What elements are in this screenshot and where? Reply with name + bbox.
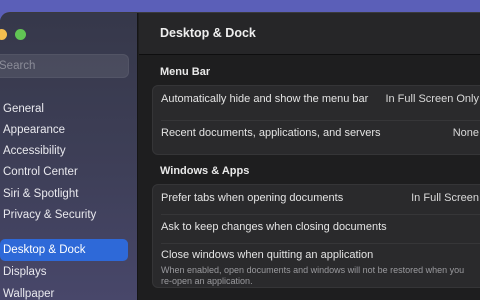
settings-window: Search General Appearance Accessibility … [0, 12, 480, 300]
setting-label: Prefer tabs when opening documents [161, 192, 344, 204]
sidebar-item-general[interactable]: General [0, 98, 128, 120]
setting-label: Recent documents, applications, and serv… [161, 127, 381, 139]
setting-row-auto-hide-menu-bar[interactable]: Automatically hide and show the menu bar… [153, 93, 480, 113]
setting-label: Automatically hide and show the menu bar [161, 93, 369, 105]
setting-hint: When enabled, open documents and windows… [161, 265, 465, 286]
divider [161, 243, 480, 244]
sidebar-item-siri-spotlight[interactable]: Siri & Spotlight [0, 183, 128, 205]
setting-label: Close windows when quitting an applicati… [161, 249, 374, 261]
title-bar: Desktop & Dock [139, 13, 480, 55]
setting-row-close-windows[interactable]: Close windows when quitting an applicati… [153, 249, 480, 289]
sidebar-item-appearance[interactable]: Appearance [0, 119, 128, 141]
recent-items-select[interactable]: None [453, 127, 479, 139]
prefer-tabs-select[interactable]: In Full Screen [411, 192, 479, 204]
setting-row-prefer-tabs[interactable]: Prefer tabs when opening documents In Fu… [153, 192, 480, 212]
setting-row-recent-items[interactable]: Recent documents, applications, and serv… [153, 127, 480, 147]
divider [161, 120, 480, 121]
section-title-menu-bar: Menu Bar [160, 66, 211, 78]
sidebar-item-displays[interactable]: Displays [0, 261, 128, 283]
windows-apps-group: Prefer tabs when opening documents In Fu… [152, 184, 480, 288]
setting-row-ask-keep-changes[interactable]: Ask to keep changes when closing documen… [153, 221, 480, 241]
sidebar-item-desktop-dock[interactable]: Desktop & Dock [0, 239, 128, 261]
main-content: Desktop & Dock Menu Bar Automatically hi… [139, 13, 480, 300]
zoom-button[interactable] [15, 29, 26, 40]
section-title-windows-apps: Windows & Apps [160, 165, 250, 177]
divider [161, 214, 480, 215]
menu-bar-group: Automatically hide and show the menu bar… [152, 85, 480, 155]
page-title: Desktop & Dock [160, 26, 256, 40]
search-placeholder: Search [0, 60, 36, 72]
minimize-button[interactable] [0, 29, 7, 40]
sidebar: Search General Appearance Accessibility … [0, 13, 138, 300]
auto-hide-menu-bar-select[interactable]: In Full Screen Only [385, 93, 479, 105]
setting-label: Ask to keep changes when closing documen… [161, 221, 387, 233]
sidebar-item-accessibility[interactable]: Accessibility [0, 140, 128, 162]
sidebar-item-wallpaper[interactable]: Wallpaper [0, 283, 128, 300]
sidebar-item-privacy-security[interactable]: Privacy & Security [0, 204, 128, 226]
sidebar-item-control-center[interactable]: Control Center [0, 161, 128, 183]
search-input[interactable]: Search [0, 54, 129, 78]
